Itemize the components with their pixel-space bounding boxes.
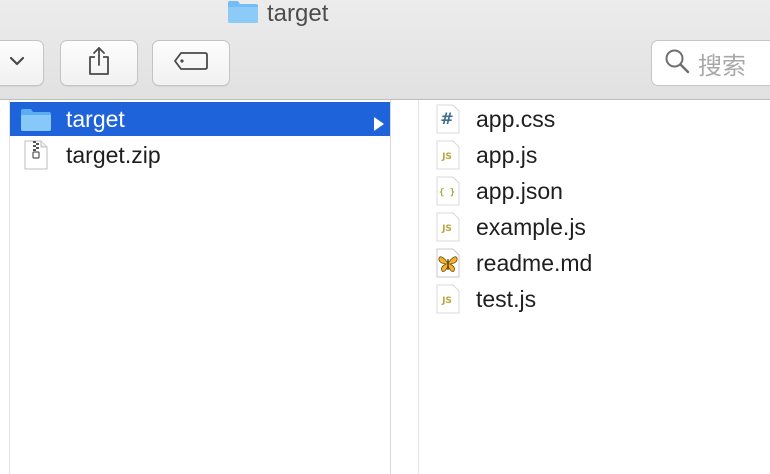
disclosure-triangle-icon	[373, 111, 385, 138]
folder-icon	[20, 107, 52, 131]
css-file-icon: #	[434, 104, 462, 134]
zip-file-icon	[20, 140, 52, 170]
window-title: target	[227, 0, 328, 28]
share-icon	[87, 46, 111, 81]
search-field[interactable]: 搜索	[651, 40, 770, 86]
svg-text:JS: JS	[441, 152, 452, 162]
js-file-icon: JS	[434, 140, 462, 170]
window-title-label: target	[267, 0, 329, 27]
list-item-test-js[interactable]: JS test.js	[419, 282, 770, 316]
list-item-app-js[interactable]: JS app.js	[419, 138, 770, 172]
folder-icon	[227, 0, 259, 30]
toolbar: target 搜索	[0, 0, 770, 100]
column-divider[interactable]	[390, 100, 419, 474]
list-item-label: test.js	[476, 285, 537, 312]
share-button[interactable]	[60, 40, 138, 86]
list-item-target-zip[interactable]: target.zip	[10, 138, 390, 172]
list-item-app-json[interactable]: { } app.json	[419, 174, 770, 208]
list-item-readme-md[interactable]: readme.md	[419, 246, 770, 280]
list-item-label: target.zip	[66, 141, 161, 168]
list-item-label: target	[66, 105, 125, 132]
svg-text:JS: JS	[441, 224, 452, 234]
right-column: # app.css JS app.js { } app.json JS exam…	[419, 100, 770, 474]
list-item-app-css[interactable]: # app.css	[419, 102, 770, 136]
svg-text:JS: JS	[441, 296, 452, 306]
js-file-icon: JS	[434, 212, 462, 242]
list-item-label: readme.md	[476, 249, 593, 276]
list-item-label: example.js	[476, 213, 586, 240]
list-item-target-folder[interactable]: target	[10, 102, 390, 136]
view-options-dropdown-button[interactable]	[0, 40, 44, 86]
json-file-icon: { }	[434, 176, 462, 206]
markdown-file-icon	[434, 248, 462, 278]
list-item-label: app.css	[476, 105, 556, 132]
search-placeholder: 搜索	[698, 51, 746, 80]
svg-text:#: #	[440, 109, 453, 128]
tag-button[interactable]	[152, 40, 230, 86]
chevron-down-icon	[8, 54, 26, 72]
left-column: target target.zip	[0, 100, 390, 474]
list-item-label: app.json	[476, 177, 563, 204]
finder-window: target 搜索 target target.zip # app.css JS…	[0, 0, 770, 474]
list-item-example-js[interactable]: JS example.js	[419, 210, 770, 244]
svg-text:{ }: { }	[439, 188, 455, 198]
js-file-icon: JS	[434, 284, 462, 314]
list-item-label: app.js	[476, 141, 538, 168]
tag-icon	[173, 51, 209, 76]
search-icon	[664, 48, 690, 79]
